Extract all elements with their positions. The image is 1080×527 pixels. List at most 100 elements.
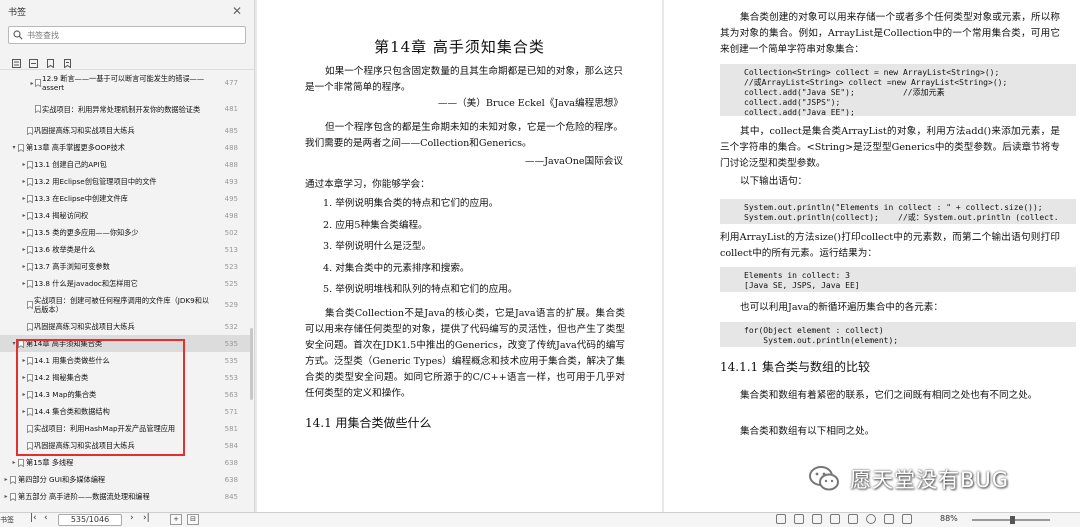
bookmark-icon	[18, 339, 24, 348]
bookmark-item-label: 实战项目：利用异常处理机制开发你的数据验证类	[42, 104, 201, 114]
bookmark-item-page: 638	[224, 475, 238, 484]
close-icon[interactable]: ✕	[230, 4, 244, 18]
bookmark-search-input[interactable]	[27, 30, 227, 40]
fit-width-button[interactable]: ⊟	[187, 514, 199, 525]
bookmark-item[interactable]: ▸ 14.4 集合类和数据结构 571	[0, 403, 250, 420]
rotate-icon[interactable]	[884, 514, 894, 524]
bookmark-item[interactable]: 实战项目：利用HashMap开发产品管理应用 581	[0, 420, 250, 437]
paragraph: 其中，collect是集合类ArrayList的对象，利用方法add()来添加元…	[720, 126, 1060, 169]
section-heading: 14.1.1 集合类与数组的比较	[720, 360, 870, 374]
continuous-icon[interactable]	[830, 514, 840, 524]
bookmark-item[interactable]: 巩固提高练习和实战项目大练兵 485	[0, 122, 250, 139]
read-mode-icon[interactable]	[776, 514, 786, 524]
bookmark-search[interactable]	[8, 26, 246, 44]
bookmark-item[interactable]: ▸ 13.8 什么是javadoc和怎样用它 525	[0, 275, 250, 292]
expand-toggle-icon[interactable]: ▸	[10, 459, 18, 466]
paragraph: 通过本章学习，你能够学会：	[305, 179, 430, 190]
play-icon[interactable]	[866, 514, 876, 524]
bookmark-item[interactable]: ▸ 13.2 用Eclipse创包管理项目中的文件 493	[0, 173, 250, 190]
bookmark-icon	[27, 301, 33, 310]
bookmark-item[interactable]: ▸ 13.5 类的更多应用——你知多少 502	[0, 224, 250, 241]
bookmark-item-page: 845	[224, 492, 238, 501]
bookmark-item-label: 13.6 枚举类是什么	[34, 244, 96, 254]
bookmark-item[interactable]: ▸ 14.1 用集合类做些什么 535	[0, 352, 250, 369]
last-page-button[interactable]: ›|	[143, 513, 150, 523]
bookmark-tree: ▸ 12.9 断言——一基于可以断言可能发生的错误——assert 477 实战项目：…	[0, 70, 250, 512]
code-block: Elements in collect: 3 [Java SE, JSPS, J…	[720, 267, 1076, 292]
bookmark-item-page: 523	[224, 262, 238, 271]
bookmark-item[interactable]: 巩固提高练习和实战项目大练兵 532	[0, 318, 250, 335]
bookmark-item[interactable]: 巩固提高练习和实战项目大练兵 584	[0, 437, 250, 454]
bookmark-item[interactable]: ▸ 13.3 在Eclipse中创建文件库 495	[0, 190, 250, 207]
bookmark-item[interactable]: ▸ 14.3 Map的集合类 563	[0, 386, 250, 403]
next-page-button[interactable]: ›	[130, 513, 134, 523]
bookmark-item-page: 584	[224, 441, 238, 450]
bookmark-item[interactable]: ▸ 第五部分 高手进阶——数据流处理和编程 845	[0, 488, 250, 505]
bookmark-item[interactable]: ▸ 第四部分 GUI和多媒体编程 638	[0, 471, 250, 488]
view-mode-group	[776, 514, 912, 524]
chapter-title: 第14章 高手须知集合类	[374, 38, 545, 56]
page-number-field[interactable]: 535/1046	[58, 514, 122, 526]
paragraph: 如果一个程序只包含固定数量的且其生命期都是已知的对象，那么这只是一个非常简单的程…	[305, 66, 623, 93]
scrollbar-thumb[interactable]	[250, 328, 253, 400]
bookmark-item-page: 498	[224, 211, 238, 220]
single-page-icon[interactable]	[794, 514, 804, 524]
bookmark-item[interactable]: ▸ 第15章 多线程 638	[0, 454, 250, 471]
paragraph: 集合类和数组有着紧密的联系，它们之间既有相同之处也有不同之处。	[740, 390, 1038, 401]
zoom-slider-knob[interactable]	[1010, 516, 1015, 524]
double-page-icon[interactable]	[812, 514, 822, 524]
bookmark-panel-header: 书签 ✕	[0, 0, 254, 22]
bookmark-icon	[10, 492, 16, 501]
expand-toggle-icon[interactable]: ▸	[2, 493, 10, 500]
bookmark-item[interactable]: ▾ 第13章 高手掌握更多OOP技术 488	[0, 139, 250, 156]
bookmark-item-page: 488	[224, 160, 238, 169]
prev-page-button[interactable]: ‹	[44, 513, 48, 523]
bookmark-item[interactable]: ▸ 13.1 创建自己的API包 488	[0, 156, 250, 173]
sidebar-scrollbar[interactable]	[250, 70, 253, 510]
collapse-toggle-icon[interactable]: ▾	[10, 340, 18, 347]
code-block: Collection<String> collect = new ArrayLi…	[720, 64, 1076, 116]
collapse-all-icon[interactable]	[29, 53, 38, 68]
bookmark-icon	[27, 245, 33, 254]
bookmark-item-label: 14.2 揭秘集合类	[34, 372, 89, 382]
bookmark-item[interactable]: ▸ 13.4 揭秘访问权 498	[0, 207, 250, 224]
bookmark-item[interactable]: 实战项目：利用异常处理机制开发你的数据验证类 481	[0, 96, 250, 122]
watermark-text: 愿天堂没有BUG	[850, 468, 1010, 492]
bookmark-icon	[35, 79, 41, 88]
wechat-icon	[809, 466, 839, 491]
first-page-button[interactable]: |‹	[30, 513, 37, 523]
bookmark-icon	[18, 143, 24, 152]
bookmark-item[interactable]: ▸ 13.6 枚举类是什么 513	[0, 241, 250, 258]
expand-toggle-icon[interactable]: ▸	[2, 476, 10, 483]
bookmark-item-label: 13.1 创建自己的API包	[34, 159, 107, 169]
paragraph: 利用ArrayList的方法size()打印collect中的元素数，而第二个输…	[720, 232, 1060, 259]
bookmark-item-page: 535	[224, 356, 238, 365]
bookmark-item-label: 14.4 集合类和数据结构	[34, 406, 110, 416]
zoom-slider[interactable]	[972, 516, 1050, 524]
bookmark-item[interactable]: ▾ 第14章 高手须知集合类 535	[0, 335, 250, 352]
zoom-level[interactable]: 88%	[940, 514, 958, 523]
bookmark-icon	[27, 279, 33, 288]
bookmark-item-page: 481	[224, 105, 238, 113]
bookmark-item-page: 502	[224, 228, 238, 237]
bookmark-item-label: 14.3 Map的集合类	[34, 389, 97, 399]
fit-icon[interactable]	[902, 514, 912, 524]
bookmark-item-page: 581	[224, 424, 238, 433]
bookmark-panel: 书签 ✕ ▸ 12.9 断言——一基于可以断言可能发生的错误——assert 477…	[0, 0, 255, 512]
section-heading: 14.1 用集合类做些什么	[305, 416, 432, 430]
bookmark-item-label: 13.3 在Eclipse中创建文件库	[34, 193, 128, 203]
fit-page-button[interactable]: +	[170, 514, 182, 525]
bookmark-icon	[27, 194, 33, 203]
book-mode-icon[interactable]	[848, 514, 858, 524]
add-bookmark-icon[interactable]	[46, 53, 55, 68]
paragraph: 但一个程序包含的都是生命期未知的未知对象，它是一个危险的程序。我们需要的是两者之…	[305, 122, 623, 149]
bookmark-item[interactable]: ▸ 12.9 断言——一基于可以断言可能发生的错误——assert 477	[0, 70, 250, 96]
bookmark-item[interactable]: ▸ 13.7 高手浏知可变参数 523	[0, 258, 250, 275]
bookmark-icon	[27, 441, 33, 450]
bookmark-icon	[35, 105, 41, 114]
expand-all-icon[interactable]	[12, 53, 21, 68]
bookmark-item[interactable]: 实战项目：创建可被任何程序调用的文件库（JDK9和以后版本） 529	[0, 292, 250, 318]
bookmark-item[interactable]: ▸ 14.2 揭秘集合类 553	[0, 369, 250, 386]
delete-bookmark-icon[interactable]	[63, 53, 72, 68]
collapse-toggle-icon[interactable]: ▾	[10, 144, 18, 151]
